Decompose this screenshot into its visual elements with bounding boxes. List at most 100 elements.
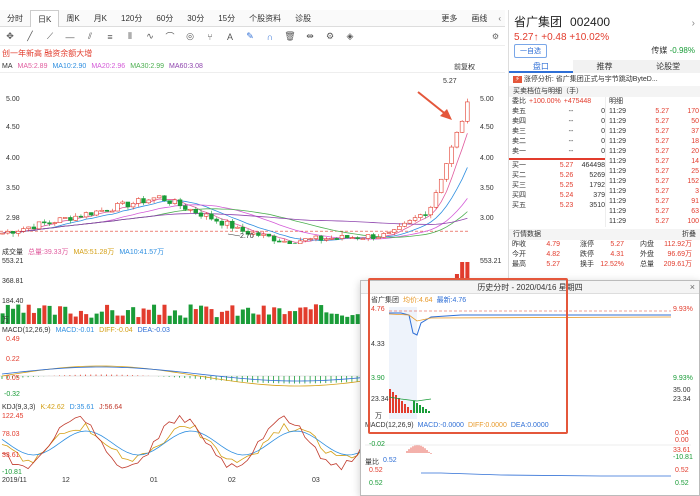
candle [146,199,151,204]
volume-bar [313,304,318,324]
y-tick-right: 3.50 [480,185,494,192]
drawing-toolbar: ✥ ╱ ⟋ — ⫽ ≡ ⦀ ∿ ⌒ ◎ ⑂ A ✎ ∩ 🗑 ⇹ ⚙ ◈ ⚙ [0,28,505,46]
tab-more[interactable]: 更多 [434,10,464,27]
curve-icon[interactable]: ⌒ [160,30,180,43]
pop-y-tick-right: 23.34 [673,396,691,403]
candle [287,240,292,244]
volume-bar [282,314,287,324]
volume-bar [73,316,78,324]
fold-button[interactable]: 折叠 [682,229,696,240]
volume-bar [152,304,157,324]
pop-volume-bar [425,409,427,413]
tab-diagnosis[interactable]: 诊股 [288,10,318,27]
quote-title-bar: 行情数据 折叠 [509,229,700,240]
hline-icon[interactable]: — [60,32,80,42]
ma-legend: MA MA5:2.89 MA10:2.90 MA20:2.96 MA30:2.9… [0,61,505,73]
weibi-row: 委比 +100.00% +475448 [509,97,605,107]
volume-bar [52,314,57,324]
move-icon[interactable]: ⇹ [300,31,320,42]
volume-bar [188,304,193,324]
tab-orderbook[interactable]: 盘口 [509,60,573,73]
tab-daily-k[interactable]: 日K [30,9,60,27]
candle [15,230,21,234]
weibi-value: +100.00% [529,98,561,105]
kdj-tick: 78.03 [2,431,20,438]
volume-bar [26,304,31,324]
high-label: 5.27 [443,78,457,85]
tab-60min[interactable]: 60分 [149,10,180,27]
sector-info[interactable]: 传媒 -0.98% [651,45,695,56]
tick-row: 11:29 5.27 20 [609,148,699,155]
candle [282,240,287,243]
volume-bar [167,315,172,324]
price-change-pct: +10.02% [569,32,610,43]
tab-forum[interactable]: 论股堂 [636,60,700,73]
candle [344,235,350,239]
tab-120min[interactable]: 120分 [114,10,149,27]
toolbar-settings-icon[interactable]: ⚙ [492,32,499,41]
pen-icon[interactable]: ✎ [240,31,260,42]
adjust-select[interactable]: 前复权 [454,62,475,72]
buy-level: 买三 5.25 1792 [512,182,605,189]
volume-bar [78,310,83,324]
d-value: D:35.61 [69,404,95,411]
trade-detail: 明细 11:29 5.27 170 11:29 5.27 50 11:29 5.27 37 11:… [606,97,700,227]
pop-ratio-line [421,472,671,477]
parallel-icon[interactable]: ⫽ [80,31,100,42]
tab-weekly-k[interactable]: 周K [59,10,86,27]
collapse-icon[interactable]: ‹ [494,14,505,23]
macd-label: MACD(12,26,9) [2,327,51,334]
timeshare-chart[interactable] [361,305,699,495]
volume-bar [136,317,141,324]
y-tick: 3.50 [6,185,20,192]
y-tick-right: 3.00 [480,215,494,222]
candle [120,201,125,204]
tab-30min[interactable]: 30分 [180,10,211,27]
fork-icon[interactable]: ⑂ [200,32,220,42]
pop-y-tick: 3.90 [371,375,385,382]
magnet-icon[interactable]: ∩ [260,32,280,42]
wave-icon[interactable]: ∿ [140,31,160,42]
channel-icon[interactable]: ≡ [100,32,120,42]
volume-bar [157,314,162,324]
tab-stock-profile[interactable]: 个股资料 [242,10,288,27]
candle [339,235,345,239]
candlestick-chart[interactable] [0,74,505,244]
tab-recommend[interactable]: 推荐 [573,60,637,73]
price-change: +0.48 [541,32,567,43]
tab-monthly-k[interactable]: 月K [87,10,114,27]
tab-timeshare[interactable]: 分时 [0,10,30,27]
pop-volume-bar [404,404,406,413]
volume-bar [125,310,130,324]
line-icon[interactable]: ╱ [20,31,40,42]
tick-row: 11:29 5.27 100 [609,218,699,225]
price-line [389,312,671,336]
add-watchlist-button[interactable]: 一自选 [514,44,547,58]
text-icon[interactable]: A [220,32,240,42]
trash-icon[interactable]: 🗑 [280,31,300,42]
volume-bar [340,315,345,324]
ellipse-icon[interactable]: ◎ [180,31,200,42]
bars-icon[interactable]: ⦀ [120,31,140,42]
candle [438,178,444,193]
tab-15min[interactable]: 15分 [211,10,242,27]
tab-draw[interactable]: 画线 [464,10,494,27]
close-icon[interactable]: × [690,282,695,292]
avg-price: 均价:4.64 [403,297,433,304]
more-icon[interactable]: › [692,18,695,29]
layers-icon[interactable]: ◈ [340,31,360,42]
settings-icon[interactable]: ⚙ [320,31,340,42]
volume-bar [240,309,245,324]
candle [230,220,235,229]
candle [303,238,308,242]
candle [376,237,381,239]
candle [256,232,261,236]
stock-name: 省广集团 [514,15,563,29]
candle [240,226,245,232]
crosshair-icon[interactable]: ✥ [0,31,20,42]
candle [386,232,392,234]
y-tick-right: 4.00 [480,155,494,162]
candle [371,234,376,239]
news-bar[interactable]: ⚡ 涨停分析: 省广集团正式与宇节跳动ByteD... [509,73,700,86]
ray-icon[interactable]: ⟋ [40,31,60,42]
